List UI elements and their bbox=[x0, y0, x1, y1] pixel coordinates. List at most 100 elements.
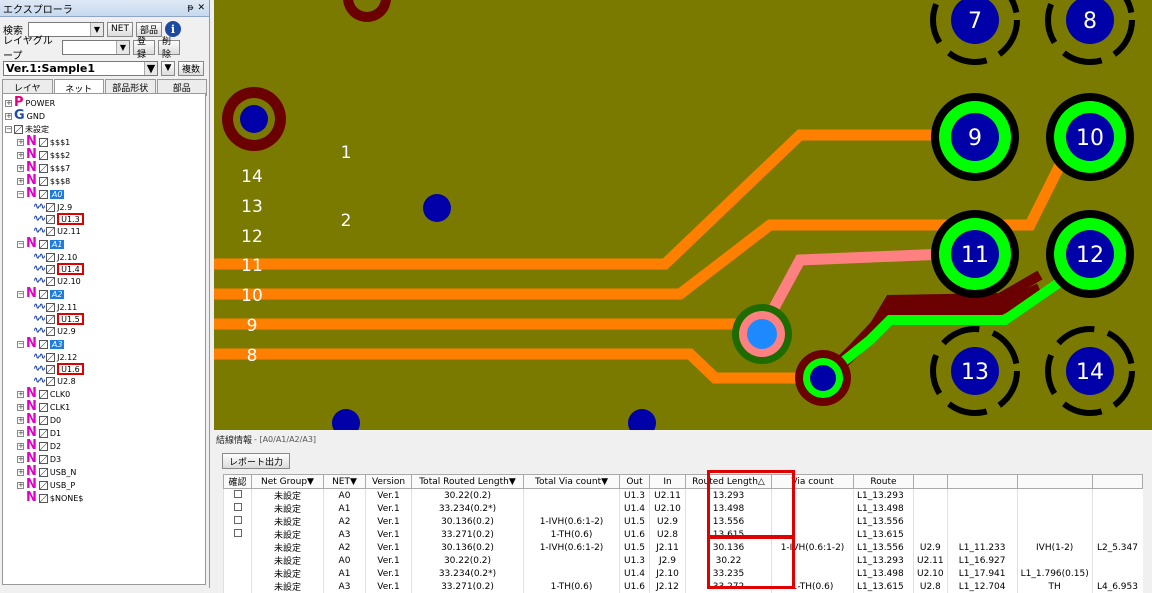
table-row[interactable]: 未設定 A0 Ver.1 30.22(0.2) U1.3 J2.9 30.22 L1_13.2… bbox=[223, 554, 1143, 567]
col-total-via-count[interactable]: Total Via count▼ bbox=[523, 474, 620, 489]
via-small[interactable] bbox=[628, 409, 656, 430]
register-button[interactable]: 登録 bbox=[133, 37, 155, 60]
via-top[interactable] bbox=[343, 0, 391, 22]
confirm-checkbox[interactable] bbox=[233, 490, 242, 498]
tree-item-pin[interactable]: ∿∿ J2.12 bbox=[33, 351, 77, 363]
col-out[interactable]: Out bbox=[619, 474, 650, 489]
tree-item-pin[interactable]: ∿∿ U1.4 bbox=[33, 263, 84, 275]
tree-item-a2[interactable]: − N A2 bbox=[17, 287, 65, 300]
tree-item-net[interactable]: + N D1 bbox=[17, 426, 61, 439]
col-net[interactable]: NET▼ bbox=[323, 474, 366, 489]
tree-item-pin[interactable]: ∿∿ U2.8 bbox=[33, 375, 76, 387]
via-small[interactable] bbox=[332, 409, 360, 430]
expand-icon[interactable]: + bbox=[17, 177, 24, 185]
expand-icon[interactable]: + bbox=[17, 390, 24, 398]
tree-item-pin[interactable]: ∿∿ U1.5 bbox=[33, 313, 84, 325]
via-lower[interactable] bbox=[795, 350, 851, 406]
tree-item-net[interactable]: + N CLK1 bbox=[17, 400, 70, 413]
tree-item-power[interactable]: + P POWER bbox=[5, 96, 55, 109]
visibility-icon[interactable] bbox=[46, 202, 56, 212]
col-confirm[interactable]: 確認 bbox=[223, 474, 252, 489]
table-row[interactable]: 未設定 A1 Ver.1 33.234(0.2*) U1.4 J2.10 33.235 L1_… bbox=[223, 567, 1143, 580]
tree-item-pin[interactable]: ∿∿ J2.9 bbox=[33, 201, 72, 213]
tree-item-pin[interactable]: ∿∿ U2.11 bbox=[33, 225, 81, 237]
visibility-icon[interactable] bbox=[38, 239, 48, 249]
close-icon[interactable]: ✕ bbox=[197, 3, 205, 13]
pin-icon[interactable]: ᵽ bbox=[187, 3, 193, 13]
expand-icon[interactable]: + bbox=[5, 112, 12, 120]
visibility-icon[interactable] bbox=[46, 302, 56, 312]
via-left[interactable] bbox=[222, 87, 286, 151]
expand-icon[interactable]: + bbox=[17, 164, 24, 172]
visibility-icon[interactable] bbox=[46, 264, 56, 274]
visibility-icon[interactable] bbox=[14, 124, 23, 134]
visibility-icon[interactable] bbox=[38, 480, 48, 490]
visibility-icon[interactable] bbox=[38, 493, 48, 503]
expand-icon[interactable]: + bbox=[17, 416, 24, 424]
collapse-icon[interactable]: − bbox=[17, 340, 24, 348]
multi-button[interactable]: 複数 bbox=[178, 60, 204, 76]
table-row[interactable]: 未設定 A2 Ver.1 30.136(0.2) 1-IVH(0.6:1-2) U1.5 J… bbox=[223, 541, 1143, 554]
collapse-icon[interactable]: − bbox=[17, 190, 24, 198]
delete-button[interactable]: 削除 bbox=[158, 37, 180, 60]
visibility-icon[interactable] bbox=[46, 226, 56, 236]
col-in[interactable]: In bbox=[649, 474, 686, 489]
layer-group-combo[interactable]: ▼ bbox=[62, 39, 130, 55]
table-row[interactable]: 未設定 A2 Ver.1 30.136(0.2) 1-IVH(0.6:1-2) U1.5 U… bbox=[223, 515, 1143, 528]
tree-item-net[interactable]: N $NONE$ bbox=[17, 491, 83, 504]
expand-icon[interactable]: + bbox=[17, 455, 24, 463]
pcb-canvas[interactable]: 7 8 9 10 11 12 13 14 1 14 13 2 12 11 10 … bbox=[214, 0, 1152, 430]
expand-icon[interactable]: + bbox=[17, 481, 24, 489]
tree-item-pin[interactable]: ∿∿ U1.3 bbox=[33, 213, 84, 225]
visibility-icon[interactable] bbox=[38, 454, 48, 464]
tree-item-net[interactable]: + N D0 bbox=[17, 413, 61, 426]
col-total-routed-length[interactable]: Total Routed Length▼ bbox=[411, 474, 524, 489]
visibility-icon[interactable] bbox=[46, 326, 56, 336]
visibility-icon[interactable] bbox=[38, 441, 48, 451]
chevron-down-icon[interactable]: ▼ bbox=[144, 61, 157, 75]
tree-item-net[interactable]: + N $$$2 bbox=[17, 148, 70, 161]
table-row[interactable]: 未設定 A3 Ver.1 33.271(0.2) 1-TH(0.6) U1.6 U2.8 13… bbox=[223, 528, 1143, 541]
expand-icon[interactable]: + bbox=[17, 151, 24, 159]
version-combo[interactable]: Ver.1:Sample1 ▼ bbox=[3, 60, 158, 76]
pcb-drawing[interactable]: 7 8 9 10 11 12 13 14 1 14 13 2 12 11 10 … bbox=[214, 0, 1152, 430]
visibility-icon[interactable] bbox=[38, 402, 48, 412]
visibility-icon[interactable] bbox=[38, 428, 48, 438]
visibility-icon[interactable] bbox=[38, 389, 48, 399]
confirm-checkbox[interactable] bbox=[233, 529, 242, 537]
visibility-icon[interactable] bbox=[46, 252, 56, 262]
net-button[interactable]: NET bbox=[107, 21, 133, 37]
confirm-checkbox[interactable] bbox=[233, 503, 242, 511]
expand-icon[interactable]: + bbox=[17, 429, 24, 437]
expand-icon[interactable]: + bbox=[5, 99, 12, 107]
visibility-icon[interactable] bbox=[38, 163, 48, 173]
tree-item-pin[interactable]: ∿∿ U1.6 bbox=[33, 363, 84, 375]
visibility-icon[interactable] bbox=[38, 289, 48, 299]
visibility-icon[interactable] bbox=[46, 352, 56, 362]
visibility-icon[interactable] bbox=[46, 376, 56, 386]
visibility-icon[interactable] bbox=[46, 276, 56, 286]
expand-icon[interactable]: + bbox=[17, 403, 24, 411]
via-small[interactable] bbox=[423, 194, 451, 222]
visibility-icon[interactable] bbox=[38, 137, 48, 147]
visibility-icon[interactable] bbox=[46, 364, 56, 374]
trace-11[interactable] bbox=[214, 129, 940, 270]
visibility-icon[interactable] bbox=[46, 314, 56, 324]
visibility-icon[interactable] bbox=[38, 150, 48, 160]
confirm-checkbox[interactable] bbox=[233, 516, 242, 524]
tree-item-net[interactable]: + N $$$8 bbox=[17, 174, 70, 187]
visibility-icon[interactable] bbox=[46, 214, 56, 224]
tree-item-net[interactable]: + N $$$7 bbox=[17, 161, 70, 174]
tree-item-net[interactable]: + N $$$1 bbox=[17, 135, 70, 148]
visibility-icon[interactable] bbox=[38, 339, 48, 349]
tree-item-a0[interactable]: − N A0 bbox=[17, 187, 65, 200]
collapse-icon[interactable]: − bbox=[17, 290, 24, 298]
via-middle[interactable] bbox=[732, 304, 792, 364]
tree-item-net[interactable]: + N CLK0 bbox=[17, 387, 70, 400]
visibility-icon[interactable] bbox=[38, 415, 48, 425]
table-row[interactable]: 未設定 A1 Ver.1 33.234(0.2*) U1.4 U2.10 13.498 L1_… bbox=[223, 502, 1143, 515]
col-version[interactable]: Version bbox=[365, 474, 412, 489]
tree-item-a1[interactable]: − N A1 bbox=[17, 237, 65, 250]
chevron-down-icon[interactable]: ▼ bbox=[116, 40, 129, 54]
tree-item-pin[interactable]: ∿∿ J2.11 bbox=[33, 301, 77, 313]
